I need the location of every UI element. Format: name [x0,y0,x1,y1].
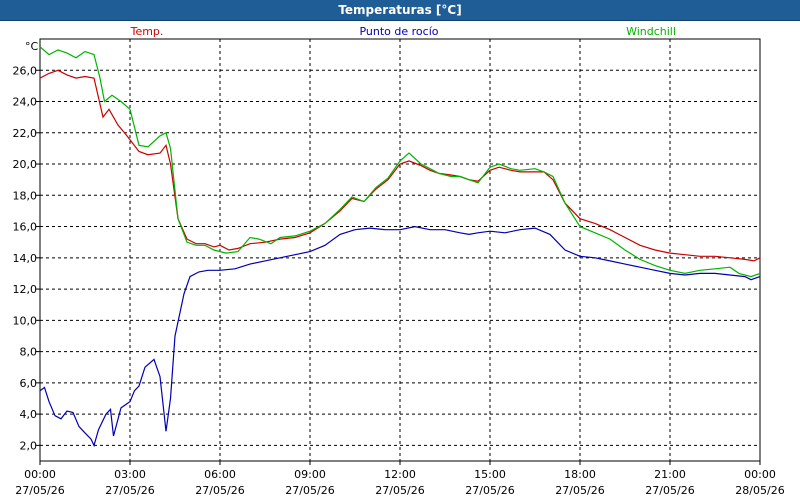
x-tick-time-label: 15:00 [474,468,506,481]
x-tick-date-label: 27/05/26 [105,484,154,497]
x-tick-time-label: 09:00 [294,468,326,481]
x-tick-time-label: 06:00 [204,468,236,481]
x-tick-date-label: 27/05/26 [195,484,244,497]
y-tick-label: 22,0 [13,127,38,140]
x-tick-date-label: 27/05/26 [15,484,64,497]
y-tick-label: 26,0 [13,64,38,77]
y-tick-label: 8,0 [20,346,38,359]
y-axis-ticks: 2,0 4,0 6,0 8,0 10,0 12,0 14,0 16,0 18,0 20,0 22,0… [13,64,40,452]
y-tick-label: 20,0 [13,158,38,171]
y-tick-label: 10,0 [13,314,38,327]
y-tick-label: 16,0 [13,221,38,234]
y-tick-label: 18,0 [13,189,38,202]
y-tick-label: 24,0 [13,96,38,109]
x-tick-date-label: 27/05/26 [555,484,604,497]
y-tick-label: 14,0 [13,252,38,265]
x-tick-date-label: 27/05/26 [465,484,514,497]
temperature-chart: 2,0 4,0 6,0 8,0 10,0 12,0 14,0 16,0 18,0 20,0 22,0… [13,25,785,497]
x-tick-time-label: 12:00 [384,468,416,481]
y-tick-label: 4,0 [20,408,38,421]
x-tick-time-label: 00:00 [744,468,776,481]
x-tick-date-label: 28/05/26 [735,484,784,497]
x-tick-date-label: 27/05/26 [645,484,694,497]
x-tick-date-label: 27/05/26 [375,484,424,497]
y-axis-unit-label: °C [25,40,39,53]
legend-temp: Temp. [130,25,164,38]
y-tick-label: 12,0 [13,283,38,296]
y-tick-label: 2,0 [20,439,38,452]
legend-dew-point: Punto de rocío [359,25,438,38]
x-tick-date-label: 27/05/26 [285,484,334,497]
x-axis-ticks: 00:00 27/05/26 03:00 27/05/26 06:00 27/05/26 0… [15,461,785,497]
legend-windchill: Windchill [626,25,676,38]
x-tick-time-label: 18:00 [564,468,596,481]
x-tick-time-label: 21:00 [654,468,686,481]
x-tick-time-label: 03:00 [114,468,146,481]
y-tick-label: 6,0 [20,377,38,390]
x-tick-time-label: 00:00 [24,468,56,481]
